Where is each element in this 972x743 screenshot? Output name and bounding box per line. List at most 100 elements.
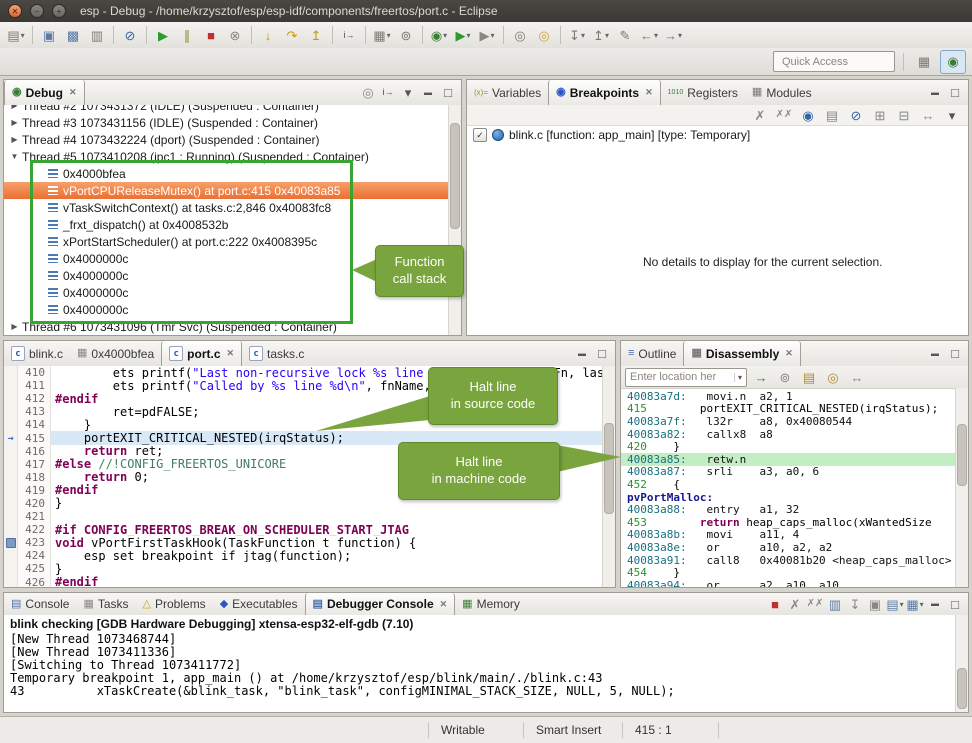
titlebar[interactable]: ✕ – + esp - Debug - /home/krzysztof/esp/… <box>0 0 972 22</box>
close-icon[interactable]: ✕ <box>645 87 653 98</box>
tab-registers[interactable]: 1010Registers <box>661 80 745 105</box>
disasm-line[interactable]: 40083a85: retw.n <box>621 453 956 466</box>
debug-scrollbar[interactable] <box>448 105 461 335</box>
skip-all-breakpoints-icon[interactable]: ⊘ <box>119 24 141 46</box>
search-icon[interactable]: ◎ <box>533 24 555 46</box>
tab-console[interactable]: ▤Console <box>4 593 76 615</box>
expand-all-icon[interactable]: ⊞ <box>869 105 891 126</box>
disasm-line[interactable]: 40083a8e: or a10, a2, a2 <box>621 541 956 554</box>
external-tools-icon[interactable]: ▶▾ <box>476 24 498 46</box>
tab-executables[interactable]: ◆Executables <box>213 593 305 615</box>
debug-thread-row[interactable]: ▶Thread #2 1073431372 (IDLE) (Suspended … <box>4 105 461 114</box>
maximize-icon[interactable]: □ <box>946 595 964 613</box>
debug-thread-row[interactable]: ▶Thread #6 1073431096 (Tmr Svc) (Suspend… <box>4 318 461 335</box>
tab-tasks[interactable]: ▦Tasks <box>76 593 135 615</box>
minimize-icon[interactable]: ▬ <box>926 84 944 102</box>
build-icon[interactable]: ⊚ <box>395 24 417 46</box>
disasm-line[interactable]: 40083a94: or a2, a10, a10 <box>621 579 956 587</box>
next-annotation-icon[interactable]: ↧▾ <box>566 24 588 46</box>
connect-process-icon[interactable]: ◎ <box>359 84 377 102</box>
disasm-line[interactable]: 420 } <box>621 440 956 453</box>
remove-breakpoint-icon[interactable]: ✗ <box>749 105 771 126</box>
tab-variables[interactable]: (x)=Variables <box>467 80 548 105</box>
quick-access-box[interactable]: Quick Access <box>773 51 895 72</box>
debug-stack-frame-row[interactable]: 0x4000000c <box>4 301 461 318</box>
track-expression-icon[interactable]: ◎ <box>822 366 844 388</box>
open-console-icon[interactable]: ▦▾ <box>906 595 924 613</box>
debug-thread-row[interactable]: ▼Thread #5 1073410208 (ipc1 : Running) (… <box>4 148 461 165</box>
step-over-icon[interactable]: ↷ <box>281 24 303 46</box>
scroll-lock-icon[interactable]: ↧ <box>846 595 864 613</box>
debug-stack-frame-row[interactable]: _frxt_dispatch() at 0x4008532b <box>4 216 461 233</box>
window-close-button[interactable]: ✕ <box>8 4 22 18</box>
console-content[interactable]: blink checking [GDB Hardware Debugging] … <box>4 615 968 712</box>
show-breakpoints-for-icon[interactable]: ◉ <box>797 105 819 126</box>
remove-all-launches-icon[interactable]: ✗✗ <box>806 595 824 613</box>
last-edit-location-icon[interactable]: ✎ <box>614 24 636 46</box>
window-minimize-button[interactable]: – <box>30 4 44 18</box>
disassembly-scrollbar[interactable] <box>955 388 968 587</box>
maximize-icon[interactable]: □ <box>946 345 964 363</box>
combo-dropdown-icon[interactable]: ▾ <box>734 373 742 382</box>
close-icon[interactable]: ✕ <box>785 348 793 359</box>
location-input[interactable]: Enter location her ▾ <box>625 368 747 387</box>
disasm-line[interactable]: 454 } <box>621 566 956 579</box>
minimize-icon[interactable]: ▬ <box>926 595 944 613</box>
disasm-line[interactable]: 40083a82: callx8 a8 <box>621 428 956 441</box>
tab-blink-c[interactable]: cblink.c <box>4 341 70 366</box>
tab-breakpoints[interactable]: ◉Breakpoints✕ <box>548 80 661 105</box>
debug-thread-row[interactable]: ▶Thread #4 1073432224 (dport) (Suspended… <box>4 131 461 148</box>
tab-modules[interactable]: ▦Modules <box>745 80 819 105</box>
disconnect-icon[interactable]: ⊗ <box>224 24 246 46</box>
maximize-icon[interactable]: □ <box>593 345 611 363</box>
maximize-icon[interactable]: □ <box>439 84 457 102</box>
close-icon[interactable]: ✕ <box>227 348 235 359</box>
clear-console-icon[interactable]: ▥ <box>826 595 844 613</box>
debug-icon[interactable]: ◉▾ <box>428 24 450 46</box>
breakpoint-item[interactable]: ✓ blink.c [function: app_main] [type: Te… <box>467 126 968 144</box>
twisty-icon[interactable]: ▶ <box>9 105 20 110</box>
new-wizard-icon[interactable]: ▤▾ <box>5 24 27 46</box>
maximize-icon[interactable]: □ <box>946 84 964 102</box>
disasm-line[interactable]: 40083a8b: movi a11, 4 <box>621 529 956 542</box>
resume-icon[interactable]: ▶ <box>152 24 174 46</box>
refresh-icon[interactable]: ⊚ <box>774 366 796 388</box>
remove-launch-icon[interactable]: ✗ <box>786 595 804 613</box>
debug-thread-row[interactable]: ▶Thread #3 1073431156 (IDLE) (Suspended … <box>4 114 461 131</box>
minimize-icon[interactable]: ▬ <box>419 84 437 102</box>
run-icon[interactable]: ▶▾ <box>452 24 474 46</box>
breakpoints-view-menu-icon[interactable]: ▾ <box>941 105 963 126</box>
disasm-line[interactable]: 452 { <box>621 478 956 491</box>
tab-debugger-console[interactable]: ▤Debugger Console✕ <box>305 593 456 615</box>
disasm-line[interactable]: pvPortMalloc: <box>621 491 956 504</box>
debug-stack-frame-row[interactable]: vTaskSwitchContext() at tasks.c:2,846 0x… <box>4 199 461 216</box>
disasm-line[interactable]: 40083a88: entry a1, 32 <box>621 503 956 516</box>
instruction-mode-icon[interactable]: i→ <box>379 84 397 102</box>
save-icon[interactable]: ▣ <box>38 24 60 46</box>
breakpoint-checkbox[interactable]: ✓ <box>473 128 487 142</box>
twisty-icon[interactable]: ▶ <box>9 118 20 127</box>
debug-stack-frame-row[interactable]: 0x4000bfea <box>4 165 461 182</box>
debug-stack-frame-row[interactable]: vPortCPUReleaseMutex() at port.c:415 0x4… <box>4 182 461 199</box>
back-icon[interactable]: ←▾ <box>638 24 660 46</box>
twisty-icon[interactable]: ▼ <box>9 152 20 161</box>
minimize-icon[interactable]: ▬ <box>926 345 944 363</box>
terminate-console-icon[interactable]: ■ <box>766 595 784 613</box>
disasm-line[interactable]: 40083a7d: movi.n a2, 1 <box>621 390 956 403</box>
twisty-icon[interactable]: ▶ <box>9 322 20 331</box>
open-perspective-button[interactable]: ▦ <box>911 50 937 74</box>
disasm-line[interactable]: 40083a7f: l32r a8, 0x40080544 <box>621 415 956 428</box>
tab-debug[interactable]: ◉Debug✕ <box>4 80 85 105</box>
step-return-icon[interactable]: ↥ <box>305 24 327 46</box>
show-source-icon[interactable]: ▤ <box>798 366 820 388</box>
tab-outline[interactable]: ≡Outline <box>621 341 683 366</box>
console-output[interactable]: [New Thread 1073468744][New Thread 10734… <box>4 633 968 698</box>
display-console-icon[interactable]: ▤▾ <box>886 595 904 613</box>
terminate-icon[interactable]: ■ <box>200 24 222 46</box>
close-icon[interactable]: ✕ <box>69 87 77 98</box>
suspend-icon[interactable]: ∥ <box>176 24 198 46</box>
close-icon[interactable]: ✕ <box>440 599 448 610</box>
go-to-file-icon[interactable]: ▤ <box>821 105 843 126</box>
instruction-stepping-icon[interactable]: i→ <box>338 24 360 46</box>
previous-annotation-icon[interactable]: ↥▾ <box>590 24 612 46</box>
